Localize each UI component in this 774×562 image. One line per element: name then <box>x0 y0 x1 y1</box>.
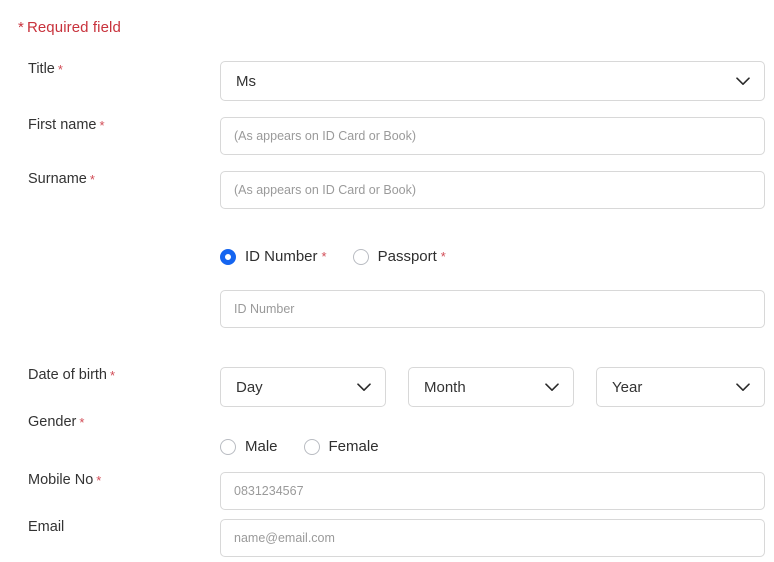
required-field-notice: * Required field <box>18 19 121 36</box>
field-row-gender-options: Male Female <box>0 438 774 455</box>
email-placeholder: name@email.com <box>234 531 335 545</box>
field-col-email: name@email.com <box>220 519 774 557</box>
label-title-asterisk: * <box>57 62 63 77</box>
label-surname: Surname * <box>0 171 220 188</box>
radio-label-female: Female <box>328 438 379 455</box>
required-field-text: Required field <box>26 19 121 36</box>
chevron-down-icon <box>736 76 750 85</box>
label-mobile-no-text: Mobile No <box>28 472 94 488</box>
mobile-no-input[interactable]: 0831234567 <box>220 472 765 510</box>
radio-label-passport-text: Passport <box>377 248 437 265</box>
label-email: Email <box>0 519 220 536</box>
label-mobile-no: Mobile No * <box>0 472 220 489</box>
radio-passport-asterisk: * <box>440 249 446 264</box>
label-date-of-birth-text: Date of birth <box>28 367 107 383</box>
label-first-name: First name * <box>0 117 220 134</box>
label-date-of-birth: Date of birth * <box>0 367 220 384</box>
field-col-date-of-birth: Day Month Year <box>220 367 774 407</box>
chevron-down-icon <box>545 382 559 391</box>
radio-icon-male[interactable] <box>220 438 236 455</box>
field-col-mobile-no: 0831234567 <box>220 472 774 510</box>
dob-year-select[interactable]: Year <box>596 367 765 407</box>
dob-month-select[interactable]: Month <box>408 367 574 407</box>
radio-icon-id-number[interactable] <box>220 248 236 265</box>
mobile-no-placeholder: 0831234567 <box>234 484 304 498</box>
gender-radio-group: Male Female <box>220 438 379 455</box>
first-name-placeholder: (As appears on ID Card or Book) <box>234 129 417 143</box>
label-gender: Gender * <box>0 414 220 431</box>
radio-icon-female[interactable] <box>303 438 320 455</box>
date-of-birth-group: Day Month Year <box>220 367 765 407</box>
title-select-value: Ms <box>236 72 256 90</box>
radio-option-passport[interactable]: Passport * <box>352 248 446 265</box>
field-row-title: Title * Ms <box>0 61 774 101</box>
field-col-first-name: (As appears on ID Card or Book) <box>220 117 774 155</box>
label-title: Title * <box>0 61 220 78</box>
required-asterisk: * <box>18 19 24 36</box>
field-row-first-name: First name * (As appears on ID Card or Bo… <box>0 117 774 155</box>
field-col-id-type: ID Number * Passport * <box>220 248 774 265</box>
first-name-input[interactable]: (As appears on ID Card or Book) <box>220 117 765 155</box>
title-select[interactable]: Ms <box>220 61 765 101</box>
radio-label-male: Male <box>245 438 278 455</box>
label-first-name-text: First name <box>28 117 97 133</box>
field-col-id-number: ID Number <box>220 290 774 328</box>
id-type-radio-group: ID Number * Passport * <box>220 248 446 265</box>
radio-icon-passport[interactable] <box>352 248 369 265</box>
field-col-gender-options: Male Female <box>220 438 774 455</box>
label-title-text: Title <box>28 61 55 77</box>
surname-input[interactable]: (As appears on ID Card or Book) <box>220 171 765 209</box>
id-number-input[interactable]: ID Number <box>220 290 765 328</box>
field-row-mobile-no: Mobile No * 0831234567 <box>0 472 774 510</box>
field-row-id-type: ID Number * Passport * <box>0 248 774 265</box>
radio-id-number-asterisk: * <box>321 249 327 264</box>
radio-label-passport: Passport * <box>378 248 446 265</box>
dob-month-value: Month <box>424 378 466 396</box>
dob-year-value: Year <box>612 378 643 396</box>
surname-placeholder: (As appears on ID Card or Book) <box>234 183 417 197</box>
field-row-date-of-birth: Date of birth * Day Month Year <box>0 367 774 407</box>
field-col-surname: (As appears on ID Card or Book) <box>220 171 774 209</box>
radio-option-male[interactable]: Male <box>220 438 278 455</box>
email-input[interactable]: name@email.com <box>220 519 765 557</box>
field-row-email: Email name@email.com <box>0 519 774 557</box>
radio-label-id-number-text: ID Number <box>245 248 318 265</box>
dob-day-value: Day <box>236 378 263 396</box>
dob-day-select[interactable]: Day <box>220 367 386 407</box>
chevron-down-icon <box>357 382 371 391</box>
label-mobile-no-asterisk: * <box>96 473 102 488</box>
label-surname-text: Surname <box>28 171 87 187</box>
label-first-name-asterisk: * <box>99 118 105 133</box>
chevron-down-icon <box>736 382 750 391</box>
field-col-title: Ms <box>220 61 774 101</box>
label-email-text: Email <box>28 519 65 535</box>
radio-option-id-number[interactable]: ID Number * <box>220 248 327 265</box>
radio-option-female[interactable]: Female <box>303 438 379 455</box>
label-gender-text: Gender <box>28 414 77 430</box>
label-gender-asterisk: * <box>79 415 85 430</box>
field-row-gender-label: Gender * <box>0 414 774 431</box>
registration-form: * Required field Title * Ms First name * (A… <box>0 0 774 562</box>
field-row-surname: Surname * (As appears on ID Card or Book) <box>0 171 774 209</box>
radio-label-id-number: ID Number * <box>245 248 327 265</box>
field-row-id-number: ID Number <box>0 290 774 328</box>
label-date-of-birth-asterisk: * <box>110 368 116 383</box>
label-surname-asterisk: * <box>89 172 95 187</box>
id-number-placeholder: ID Number <box>234 302 295 316</box>
